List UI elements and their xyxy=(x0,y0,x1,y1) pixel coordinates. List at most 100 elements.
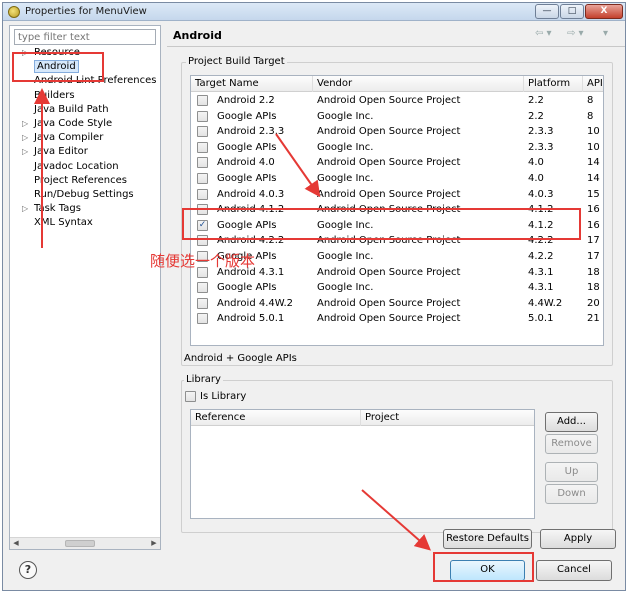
sidebar-item-label: Run/Debug Settings xyxy=(34,189,134,200)
forward-arrow-icon[interactable]: ⇨ ▾ xyxy=(567,28,584,39)
is-library-checkbox[interactable] xyxy=(185,391,196,402)
column-project[interactable]: Project xyxy=(361,410,534,426)
target-platform: 2.3.3 xyxy=(528,141,554,153)
move-up-button[interactable]: Up xyxy=(545,462,598,482)
target-name: Google APIs xyxy=(217,173,277,184)
sidebar-item-label: Java Build Path xyxy=(34,103,109,115)
target-checkbox[interactable] xyxy=(197,141,208,153)
column-platform[interactable]: Platform xyxy=(524,76,583,92)
target-checkbox[interactable] xyxy=(197,282,208,294)
target-vendor: Android Open Source Project xyxy=(317,157,461,169)
table-row[interactable]: Google APIs Google Inc. 4.3.1 18 xyxy=(191,280,603,296)
android-page: Android ⇦ ▾ ⇨ ▾ ▾ Project Build Target T… xyxy=(167,25,625,550)
table-row[interactable]: ✓ Google APIs Google Inc. 4.1.2 16 xyxy=(191,218,603,234)
sidebar-item[interactable]: Java Build Path xyxy=(10,104,160,118)
table-row[interactable]: Google APIs Google Inc. 4.0 14 xyxy=(191,171,603,187)
sidebar-item[interactable]: Project References xyxy=(10,175,160,189)
target-platform: 4.2.2 xyxy=(528,235,554,247)
sidebar-item[interactable]: ▷ Java Compiler xyxy=(10,132,160,146)
cancel-button[interactable]: Cancel xyxy=(536,560,612,581)
target-vendor: Android Open Source Project xyxy=(317,266,461,278)
table-row[interactable]: Android 4.2.2 Android Open Source Project… xyxy=(191,233,603,249)
target-checkbox[interactable] xyxy=(197,313,208,325)
add-library-button[interactable]: Add... xyxy=(545,412,598,432)
table-row[interactable]: Google APIs Google Inc. 2.2 8 xyxy=(191,109,603,125)
target-vendor: Google Inc. xyxy=(317,282,374,294)
scroll-left-icon[interactable]: ◀ xyxy=(10,538,22,549)
target-checkbox[interactable] xyxy=(197,126,208,138)
target-platform: 4.4W.2 xyxy=(528,297,563,309)
sidebar-item[interactable]: ▷ Resource xyxy=(10,47,160,61)
target-checkbox[interactable] xyxy=(197,188,208,200)
property-page-tree: ▷ResourceAndroidAndroid Lint Preferences… xyxy=(9,25,161,550)
column-vendor[interactable]: Vendor xyxy=(313,76,524,92)
target-checkbox[interactable] xyxy=(197,235,208,247)
target-platform: 4.3.1 xyxy=(528,282,554,294)
build-target-group: Project Build Target Target Name Vendor … xyxy=(181,56,613,366)
sidebar-item[interactable]: Builders xyxy=(10,90,160,104)
sidebar-item-label: Java Compiler xyxy=(34,132,104,144)
column-target-name[interactable]: Target Name xyxy=(191,76,313,92)
close-window-button[interactable]: X xyxy=(585,4,623,19)
table-row[interactable]: Android 2.2 Android Open Source Project 2.… xyxy=(191,93,603,109)
build-target-group-label: Project Build Target xyxy=(186,56,287,67)
sidebar-item[interactable]: ▷ Task Tags xyxy=(10,203,160,217)
maximize-button[interactable]: □ xyxy=(560,4,584,19)
scroll-thumb[interactable] xyxy=(65,540,95,547)
table-row[interactable]: Android 4.0.3 Android Open Source Project… xyxy=(191,187,603,203)
scroll-right-icon[interactable]: ▶ xyxy=(148,538,160,549)
target-vendor: Android Open Source Project xyxy=(317,297,461,309)
sidebar-item[interactable]: XML Syntax xyxy=(10,217,160,231)
target-checkbox[interactable] xyxy=(197,110,208,122)
target-checkbox[interactable] xyxy=(197,95,208,106)
target-vendor: Google Inc. xyxy=(317,110,374,122)
sidebar-item[interactable]: Android Lint Preferences xyxy=(10,75,160,89)
sidebar-item[interactable]: Javadoc Location xyxy=(10,161,160,175)
move-down-button[interactable]: Down xyxy=(545,484,598,504)
sidebar-item[interactable]: Android xyxy=(10,60,160,75)
library-table-header: Reference Project xyxy=(191,410,534,426)
target-vendor: Android Open Source Project xyxy=(317,235,461,247)
remove-library-button[interactable]: Remove xyxy=(545,434,598,454)
back-arrow-icon[interactable]: ⇦ ▾ xyxy=(535,28,552,39)
table-row[interactable]: Android 4.0 Android Open Source Project 4.… xyxy=(191,155,603,171)
expand-arrow-icon[interactable]: ▷ xyxy=(22,147,32,156)
expand-arrow-icon[interactable]: ▷ xyxy=(22,119,32,128)
table-row[interactable]: Android 4.1.2 Android Open Source Project… xyxy=(191,202,603,218)
table-row[interactable]: Google APIs Google Inc. 2.3.3 10 xyxy=(191,140,603,156)
table-row[interactable]: Android 5.0.1 Android Open Source Project… xyxy=(191,311,603,327)
column-reference[interactable]: Reference xyxy=(191,410,361,426)
library-group-label: Library xyxy=(184,374,223,385)
sidebar-item[interactable]: ▷ Java Code Style xyxy=(10,118,160,132)
target-vendor: Android Open Source Project xyxy=(317,95,461,106)
target-vendor: Android Open Source Project xyxy=(317,204,461,216)
target-api: 18 xyxy=(587,282,600,294)
properties-dialog: Properties for MenuView — □ X ▷ResourceA… xyxy=(2,2,626,591)
minimize-button[interactable]: — xyxy=(535,4,559,19)
expand-arrow-icon[interactable]: ▷ xyxy=(22,48,32,57)
target-vendor: Google Inc. xyxy=(317,141,374,153)
target-checkbox[interactable] xyxy=(197,297,208,309)
table-row[interactable]: Android 4.4W.2 Android Open Source Projec… xyxy=(191,296,603,312)
target-name: Android 4.4W.2 xyxy=(217,297,294,309)
target-checkbox[interactable]: ✓ xyxy=(197,219,208,231)
target-checkbox[interactable] xyxy=(197,157,208,169)
sidebar-item[interactable]: ▷ Java Editor xyxy=(10,146,160,160)
target-name: Google APIs xyxy=(217,282,277,294)
table-row[interactable]: Android 2.3.3 Android Open Source Project… xyxy=(191,124,603,140)
column-api[interactable]: API ... xyxy=(583,76,603,92)
expand-arrow-icon[interactable]: ▷ xyxy=(22,133,32,142)
help-icon[interactable]: ? xyxy=(19,561,37,579)
expand-arrow-icon[interactable]: ▷ xyxy=(22,204,32,213)
apply-button[interactable]: Apply xyxy=(540,529,616,549)
target-checkbox[interactable] xyxy=(197,173,208,184)
target-platform: 2.3.3 xyxy=(528,126,554,138)
library-group: Library Is Library Reference Project Add… xyxy=(181,374,613,533)
ok-button[interactable]: OK xyxy=(450,560,525,581)
horizontal-scrollbar[interactable]: ◀ ▶ xyxy=(10,537,160,549)
target-checkbox[interactable] xyxy=(197,204,208,216)
restore-defaults-button[interactable]: Restore Defaults xyxy=(443,529,532,549)
filter-input[interactable] xyxy=(14,29,156,45)
sidebar-item[interactable]: Run/Debug Settings xyxy=(10,189,160,203)
view-menu-icon[interactable]: ▾ xyxy=(603,28,608,39)
